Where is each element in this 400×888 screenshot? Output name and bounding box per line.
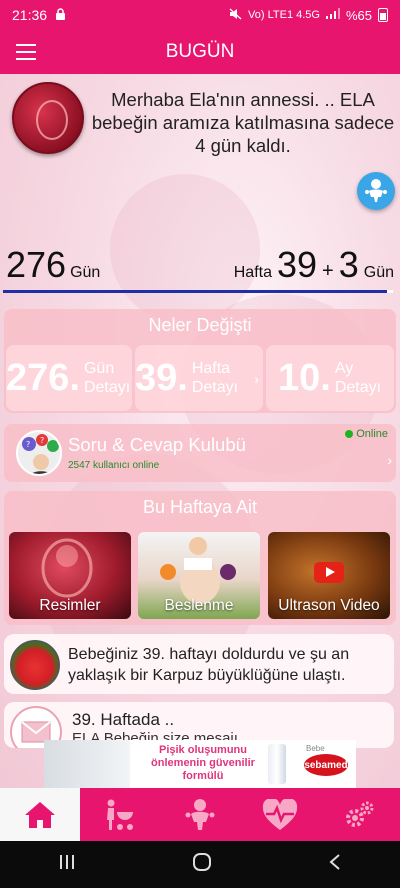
online-dot-icon [345, 430, 354, 438]
month-detail-number: 10. [278, 356, 331, 399]
nav-pregnancy[interactable] [80, 788, 160, 841]
changes-title: Neler Değişti [148, 315, 252, 335]
baby-icon [185, 798, 215, 830]
day-detail-button[interactable]: 276. Gün Detayı [6, 345, 132, 411]
system-navigation-bar [0, 841, 400, 888]
this-week-panel: Bu Haftaya Ait Resimler Beslenme Ultraso… [4, 491, 396, 625]
month-detail-button[interactable]: 10. Ay Detayı [266, 345, 394, 411]
online-status: Online [345, 428, 388, 440]
nav-home[interactable] [0, 788, 80, 841]
days-unit: Gün [70, 264, 101, 281]
days-value: 276 [6, 244, 67, 285]
status-time: 21:36 [12, 7, 48, 23]
baby-size-card[interactable]: Bebeğiniz 39. haftayı doldurdu ve şu an … [4, 634, 394, 694]
recent-apps-icon[interactable] [58, 853, 76, 876]
ultrasound-video-label: Ultrason Video [278, 597, 380, 614]
bottom-navigation [0, 788, 400, 841]
menu-icon[interactable] [16, 44, 36, 60]
status-bar: 21:36 Vo) LTE1 4.5G %65 [0, 0, 400, 30]
nav-baby[interactable] [160, 788, 240, 841]
pictures-tile[interactable]: Resimler [9, 532, 131, 619]
ad-brand-small: Bebe [306, 744, 325, 753]
plus-sign: + [322, 260, 334, 282]
day-detail-label: Gün Detayı [83, 360, 131, 396]
ultrasound-video-tile[interactable]: Ultrason Video [268, 532, 390, 619]
home-button-icon[interactable] [192, 852, 212, 878]
battery-label: %65 [345, 7, 372, 23]
weeks-label: Hafta [233, 264, 272, 281]
ad-banner[interactable]: Pişik oluşumunu önlemenin güvenilir form… [44, 740, 356, 788]
page-title: BUGÜN [165, 41, 235, 62]
play-video-icon [314, 562, 344, 583]
fetus-avatar [12, 82, 84, 154]
chevron-right-icon: › [387, 452, 392, 468]
lock-icon [55, 7, 66, 23]
nav-settings[interactable] [320, 788, 400, 841]
settings-icon [346, 801, 374, 827]
ad-image [44, 740, 130, 788]
nutrition-tile[interactable]: Beslenme [138, 532, 260, 619]
pictures-label: Resimler [39, 597, 101, 614]
week-detail-number: 39. [135, 356, 188, 399]
nav-health[interactable] [240, 788, 320, 841]
online-label: Online [356, 428, 388, 440]
back-icon[interactable] [328, 853, 342, 877]
this-week-title: Bu Haftaya Ait [142, 497, 258, 517]
network-label: Vo) LTE1 4.5G [248, 9, 320, 21]
nutrition-label: Beslenme [164, 597, 234, 614]
mute-icon [229, 8, 242, 23]
week-detail-label: Hafta Detayı [191, 360, 239, 396]
week-detail-button[interactable]: 39. Hafta Detayı › [135, 345, 263, 411]
club-online-count: 2547 kullanıcı online [68, 460, 160, 471]
welcome-message: Merhaba Ela'nın annessi. .. ELA bebeğin … [91, 89, 395, 156]
changes-panel: Neler Değişti 276. Gün Detayı 39. Hafta … [4, 309, 396, 413]
app-bar: BUGÜN [0, 30, 400, 74]
ad-text: Pişik oluşumunu önlemenin güvenilir form… [151, 744, 255, 782]
baby-size-text: Bebeğiniz 39. haftayı doldurdu ve şu an … [68, 646, 350, 684]
baby-profile-button[interactable] [357, 172, 395, 210]
extra-days-value: 3 [338, 244, 359, 285]
weeks-value: 39 [276, 244, 318, 285]
ad-brand-logo: sebamed [304, 754, 348, 776]
watermelon-icon [10, 640, 60, 690]
pregnancy-counter: 276 Gün Hafta 39 + 3 Gün [0, 240, 400, 290]
chevron-right-icon: › [254, 371, 259, 387]
svg-text:?: ? [26, 440, 30, 449]
qa-club-panel[interactable]: ? ? Soru & Cevap Kulubü 2547 kullanıcı o… [4, 424, 396, 482]
heart-rate-icon [262, 798, 298, 830]
ad-product-image [268, 744, 286, 784]
extra-days-unit: Gün [363, 264, 394, 281]
stroller-icon [107, 799, 133, 830]
baby-icon [365, 179, 387, 202]
day-detail-number: 276. [6, 356, 80, 399]
club-avatar: ? ? [16, 430, 62, 476]
club-title: Soru & Cevap Kulubü [68, 434, 246, 455]
home-icon [25, 801, 55, 828]
pregnancy-progress-bar [3, 290, 393, 293]
signal-icon [325, 8, 340, 22]
progress-fill [3, 290, 388, 293]
weekly-message-title: 39. Haftada .. [72, 710, 175, 729]
month-detail-label: Ay Detayı [334, 360, 382, 396]
svg-text:?: ? [40, 436, 44, 445]
battery-icon [378, 8, 388, 22]
